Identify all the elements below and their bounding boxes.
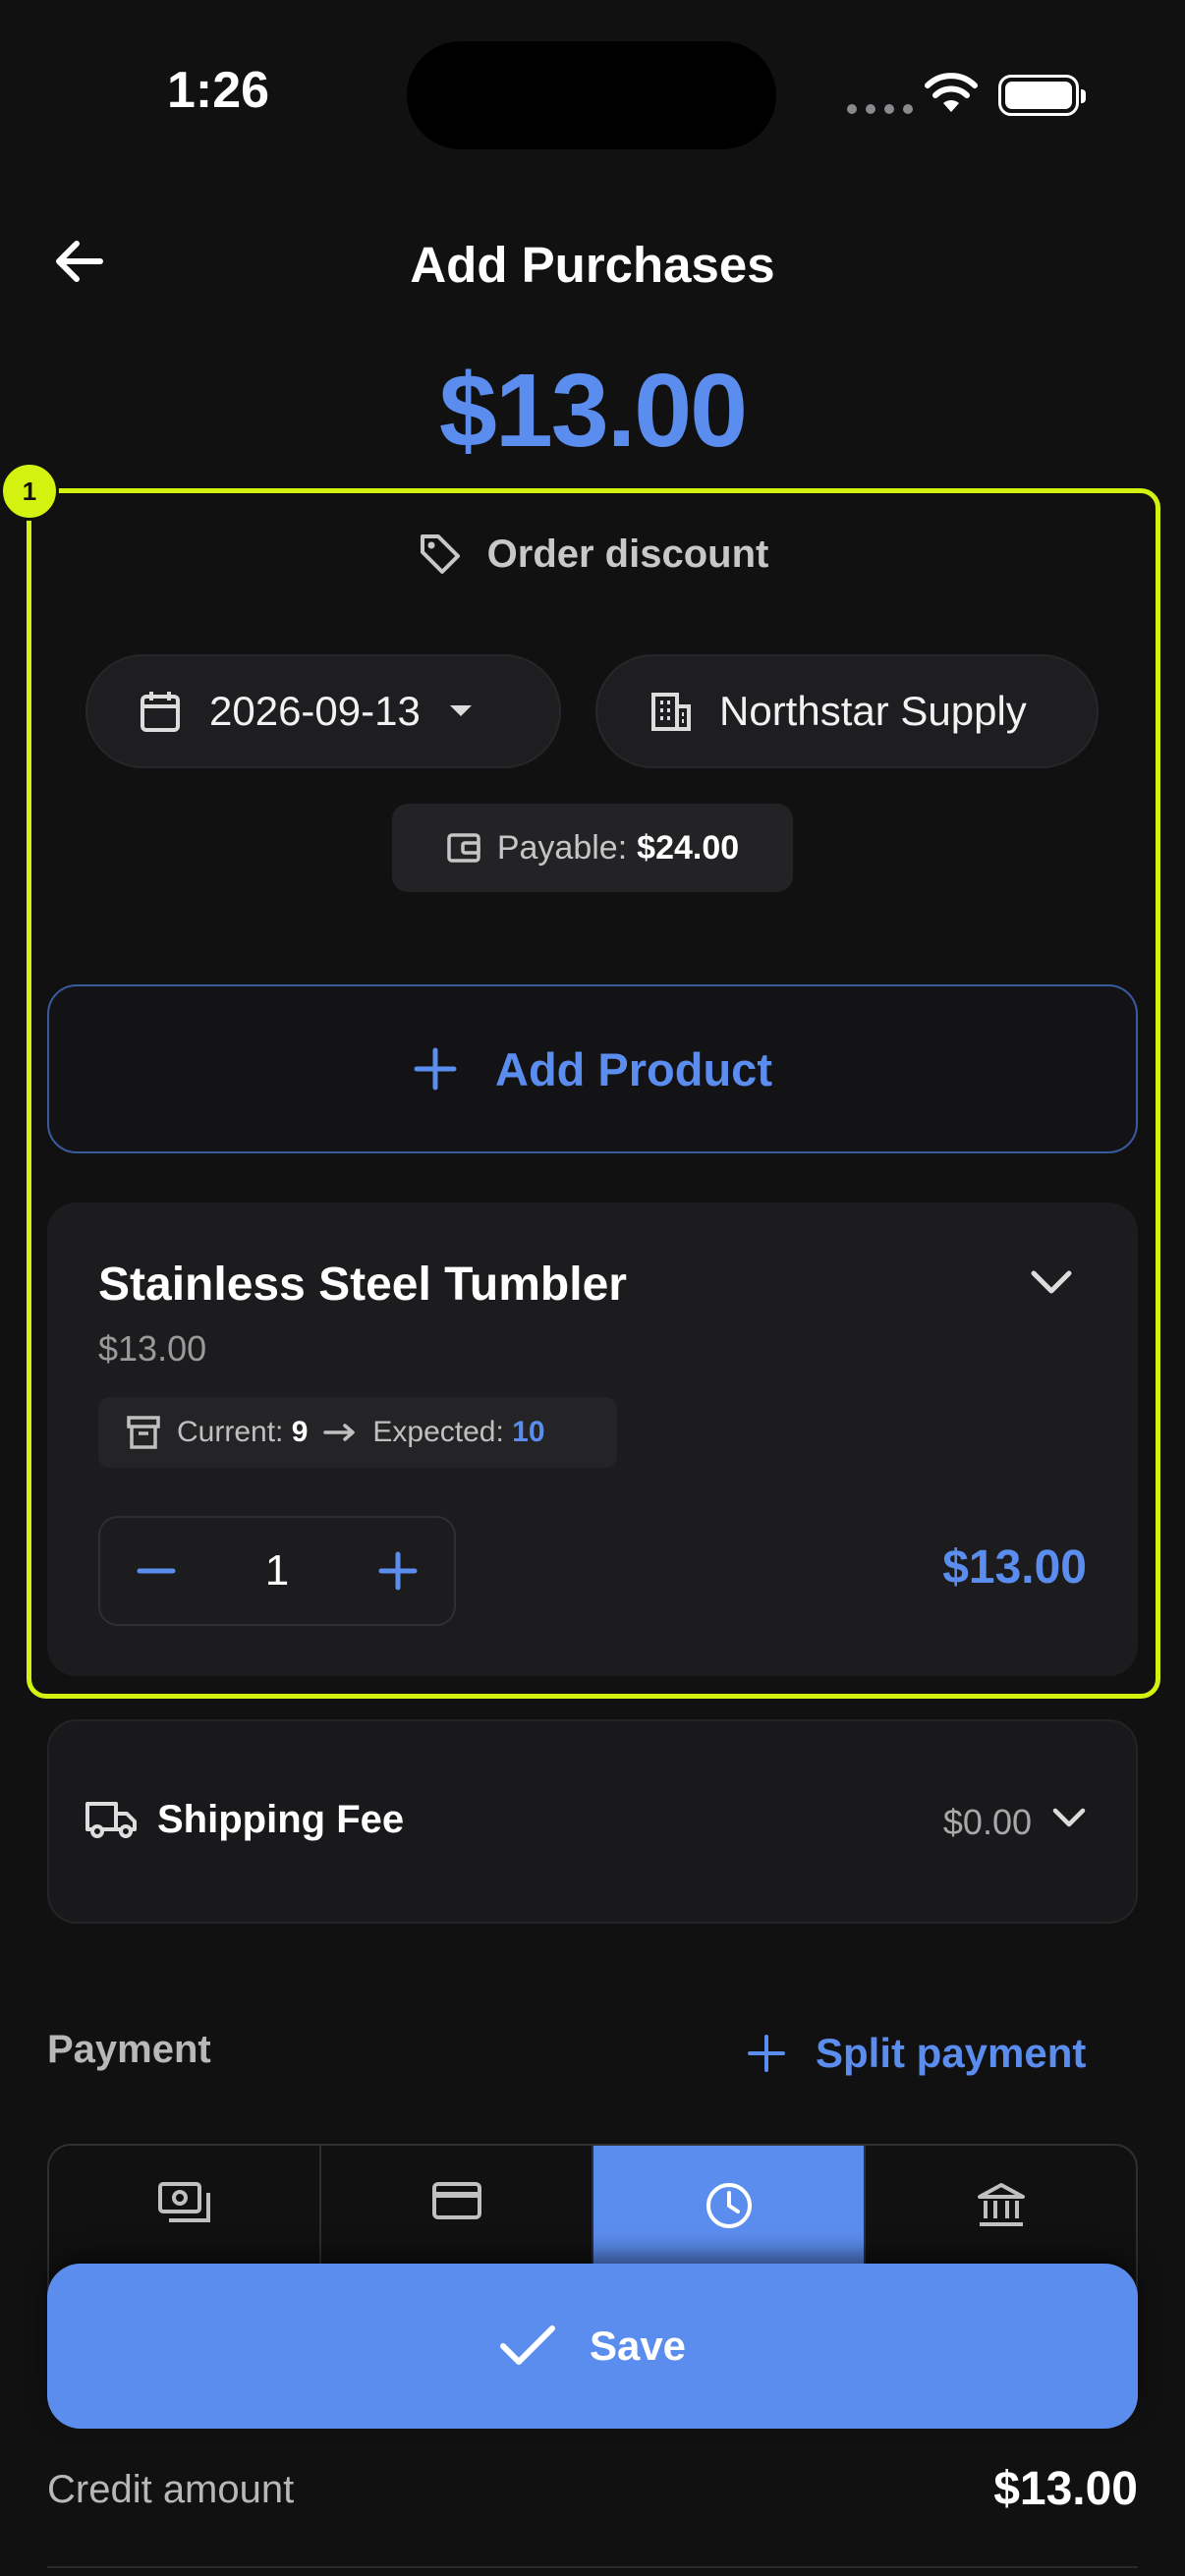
shipping-fee-label: Shipping Fee <box>157 1798 405 1841</box>
order-discount-label: Order discount <box>486 532 769 576</box>
add-product-button[interactable]: Add Product <box>47 984 1138 1153</box>
credit-amount-label: Credit amount <box>47 2468 295 2511</box>
check-icon <box>499 2325 555 2365</box>
minus-icon[interactable] <box>136 1550 177 1592</box>
highlight-badge: 1 <box>0 462 59 521</box>
tag-icon <box>420 534 460 574</box>
vendor-selector[interactable]: Northstar Supply <box>595 654 1099 768</box>
line-total: $13.00 <box>942 1541 1087 1594</box>
plus-icon <box>414 1047 457 1091</box>
quantity-value[interactable]: 1 <box>265 1546 289 1596</box>
payable-value: $24.00 <box>637 828 740 867</box>
card-icon <box>431 2182 481 2219</box>
credit-amount-value[interactable]: $13.00 <box>865 2462 1138 2516</box>
plus-icon[interactable] <box>377 1550 419 1592</box>
caret-down-icon <box>449 705 472 716</box>
expected-value: 10 <box>512 1416 545 1448</box>
wifi-icon <box>925 73 978 112</box>
chevron-down-icon <box>1052 1808 1086 1827</box>
payable-badge: Payable: $24.00 <box>392 804 793 892</box>
wallet-icon <box>447 833 480 863</box>
truck-icon <box>85 1802 137 1838</box>
dynamic-island <box>407 41 776 149</box>
save-button[interactable]: Save <box>47 2264 1138 2429</box>
arrow-right-icon <box>323 1424 356 1441</box>
signal-icon <box>847 104 913 114</box>
expected-label: Expected: <box>372 1416 504 1448</box>
cash-icon <box>157 2182 210 2222</box>
divider <box>47 2566 1138 2568</box>
current-value: 9 <box>291 1416 309 1448</box>
purchase-date: 2026-09-13 <box>209 688 421 734</box>
vendor-name: Northstar Supply <box>719 688 1027 734</box>
payable-label: Payable: <box>496 828 628 867</box>
product-name: Stainless Steel Tumbler <box>98 1259 627 1311</box>
date-picker[interactable]: 2026-09-13 <box>85 654 561 768</box>
building-icon <box>651 693 691 731</box>
plus-icon <box>748 2035 785 2072</box>
current-label: Current: <box>177 1416 284 1448</box>
split-payment-label: Split payment <box>816 2030 1087 2076</box>
stock-info: Current: 9 Expected: 10 <box>98 1397 617 1468</box>
quantity-stepper: 1 <box>98 1516 456 1626</box>
calendar-icon <box>141 692 180 732</box>
page-title: Add Purchases <box>410 237 775 293</box>
purchase-total: $13.00 <box>438 353 748 469</box>
chevron-down-icon[interactable] <box>1028 1267 1075 1297</box>
battery-icon <box>998 75 1086 116</box>
status-time: 1:26 <box>167 62 270 119</box>
archive-icon <box>127 1416 160 1449</box>
save-label: Save <box>589 2323 687 2369</box>
product-unit-price: $13.00 <box>98 1328 207 1369</box>
shipping-fee-value: $0.00 <box>942 1802 1032 1842</box>
order-discount-button[interactable]: Order discount <box>0 531 1185 578</box>
payment-section-title: Payment <box>47 2028 211 2071</box>
add-product-label: Add Product <box>495 1042 772 1095</box>
split-payment-button[interactable]: Split payment <box>747 2030 1086 2077</box>
bank-icon <box>977 2183 1025 2226</box>
clock-icon <box>705 2183 752 2228</box>
